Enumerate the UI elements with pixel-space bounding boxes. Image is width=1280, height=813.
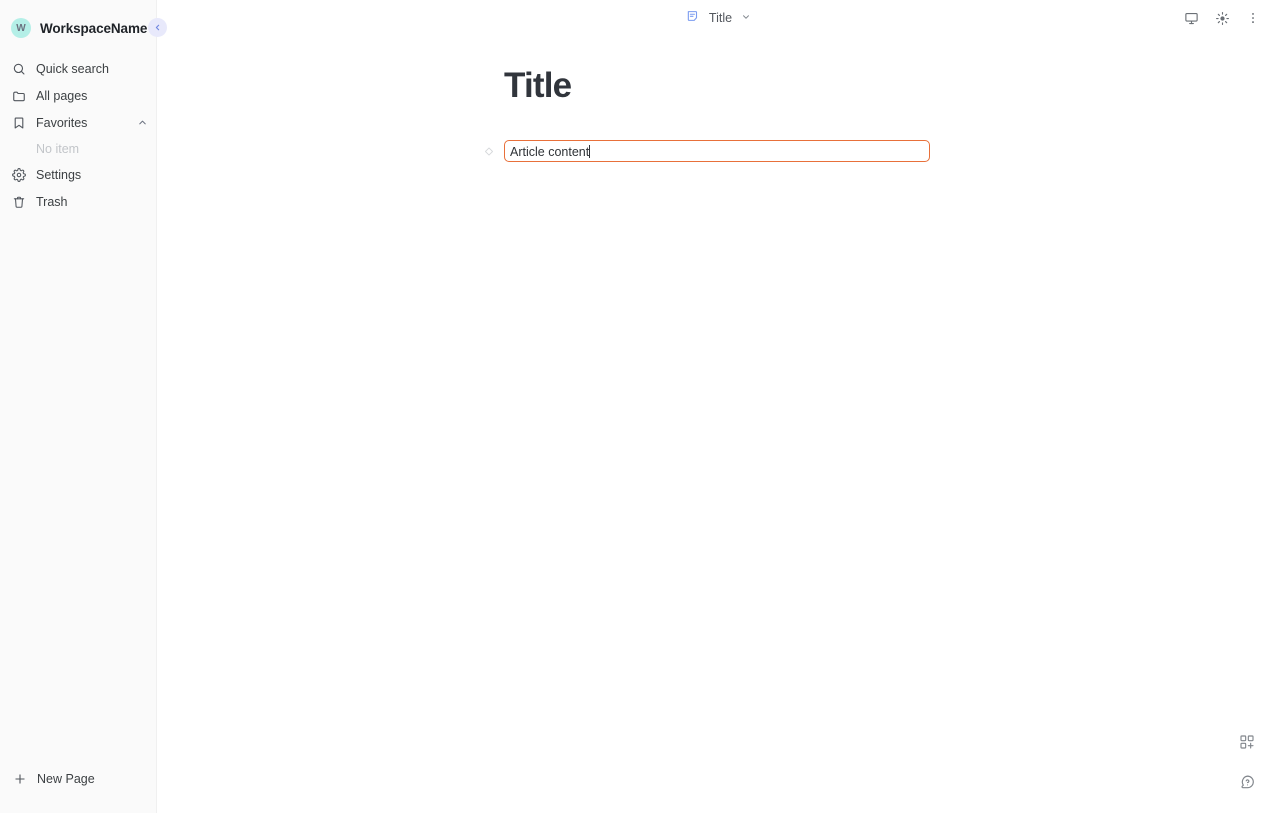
- chevron-down-icon[interactable]: [741, 9, 751, 27]
- chevron-left-icon: [153, 19, 162, 37]
- sidebar-item-favorites[interactable]: Favorites: [0, 109, 156, 136]
- workspace-name: WorkspaceName: [40, 20, 148, 36]
- sidebar-item-all-pages[interactable]: All pages: [0, 82, 156, 109]
- app-root: W WorkspaceName Quick search All pages F…: [0, 0, 1280, 813]
- chevron-up-icon[interactable]: [137, 117, 148, 128]
- sidebar-item-trash[interactable]: Trash: [0, 188, 156, 215]
- sidebar: W WorkspaceName Quick search All pages F…: [0, 0, 167, 813]
- trash-icon: [11, 194, 26, 209]
- sidebar-item-settings[interactable]: Settings: [0, 161, 156, 188]
- workspace-header[interactable]: W WorkspaceName: [0, 13, 156, 43]
- diamond-handle-icon[interactable]: [483, 146, 494, 157]
- gear-icon: [11, 167, 26, 182]
- folder-icon: [11, 88, 26, 103]
- article-content-input[interactable]: Article content: [504, 140, 930, 163]
- top-bar-actions: [1182, 9, 1262, 27]
- sidebar-item-label: Settings: [36, 167, 82, 182]
- main-area: Title Title Article content: [157, 0, 1280, 813]
- sidebar-collapse-button[interactable]: [148, 18, 167, 37]
- sidebar-item-quick-search[interactable]: Quick search: [0, 55, 156, 82]
- editor-block-row: Article content: [484, 140, 934, 163]
- sidebar-item-label: All pages: [36, 88, 88, 103]
- help-question-icon[interactable]: [1235, 770, 1259, 794]
- sidebar-item-label: Favorites: [36, 115, 88, 130]
- article-content-value: Article content: [510, 145, 590, 160]
- bookmark-icon: [11, 115, 26, 130]
- sidebar-item-label: Quick search: [36, 61, 109, 76]
- search-icon: [11, 61, 26, 76]
- plus-icon: [12, 772, 27, 787]
- sidebar-nav: Quick search All pages Favorites No item: [0, 55, 156, 215]
- favorites-empty-label: No item: [36, 141, 80, 156]
- workspace-avatar: W: [11, 18, 31, 38]
- light-mode-sun-icon[interactable]: [1213, 9, 1231, 27]
- display-mode-icon[interactable]: [1182, 9, 1200, 27]
- new-page-button[interactable]: New Page: [0, 765, 156, 793]
- document-title[interactable]: Title: [504, 66, 934, 106]
- page-title-label: Title: [708, 11, 733, 25]
- document-editor: Title Article content: [484, 66, 934, 163]
- new-page-label: New Page: [37, 772, 95, 786]
- floating-action-stack: [1235, 730, 1259, 794]
- sidebar-item-label: Trash: [36, 194, 68, 209]
- page-breadcrumb[interactable]: Title: [680, 6, 757, 31]
- more-vertical-icon[interactable]: [1244, 9, 1262, 27]
- text-caret: [589, 145, 591, 159]
- top-bar: Title: [157, 0, 1280, 36]
- document-note-icon: [686, 9, 700, 28]
- add-widget-icon[interactable]: [1235, 730, 1259, 754]
